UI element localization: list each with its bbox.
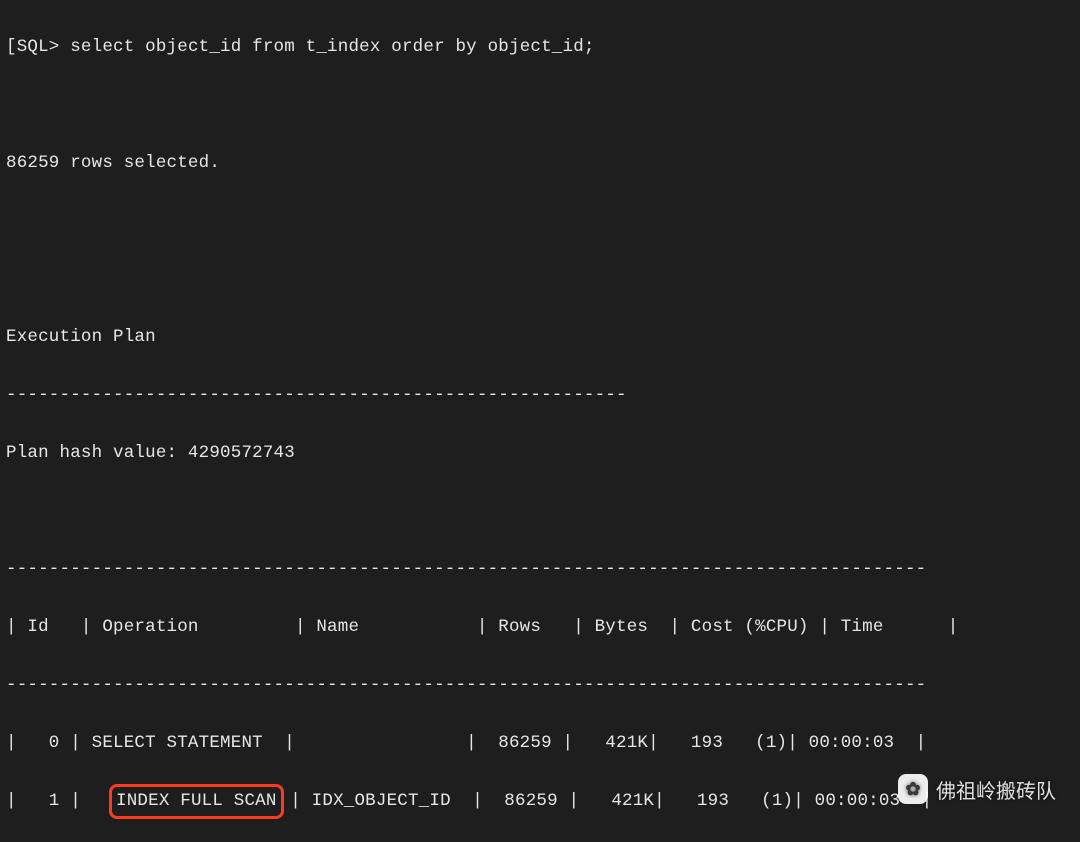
divider: ----------------------------------------… [6, 381, 1074, 410]
terminal-output: [SQL> select object_id from t_index orde… [0, 0, 1080, 842]
watermark: ✿ 佛祖岭搬砖队 [898, 774, 1056, 804]
plan-hash: Plan hash value: 4290572743 [6, 439, 1074, 468]
sql-statement: select object_id from t_index order by o… [70, 37, 594, 57]
plan-row: | 0 | SELECT STATEMENT | | 86259 | 421K|… [6, 729, 1074, 758]
watermark-icon: ✿ [898, 774, 928, 804]
rows-selected: 86259 rows selected. [6, 149, 1074, 178]
watermark-text: 佛祖岭搬砖队 [936, 775, 1056, 804]
plan-divider: ----------------------------------------… [6, 555, 1074, 584]
highlighted-operation: INDEX FULL SCAN [109, 784, 284, 819]
plan-header: | Id | Operation | Name | Rows | Bytes |… [6, 613, 1074, 642]
sql-prompt: [SQL> [6, 37, 70, 57]
execution-plan-title: Execution Plan [6, 323, 1074, 352]
plan-divider: ----------------------------------------… [6, 671, 1074, 700]
